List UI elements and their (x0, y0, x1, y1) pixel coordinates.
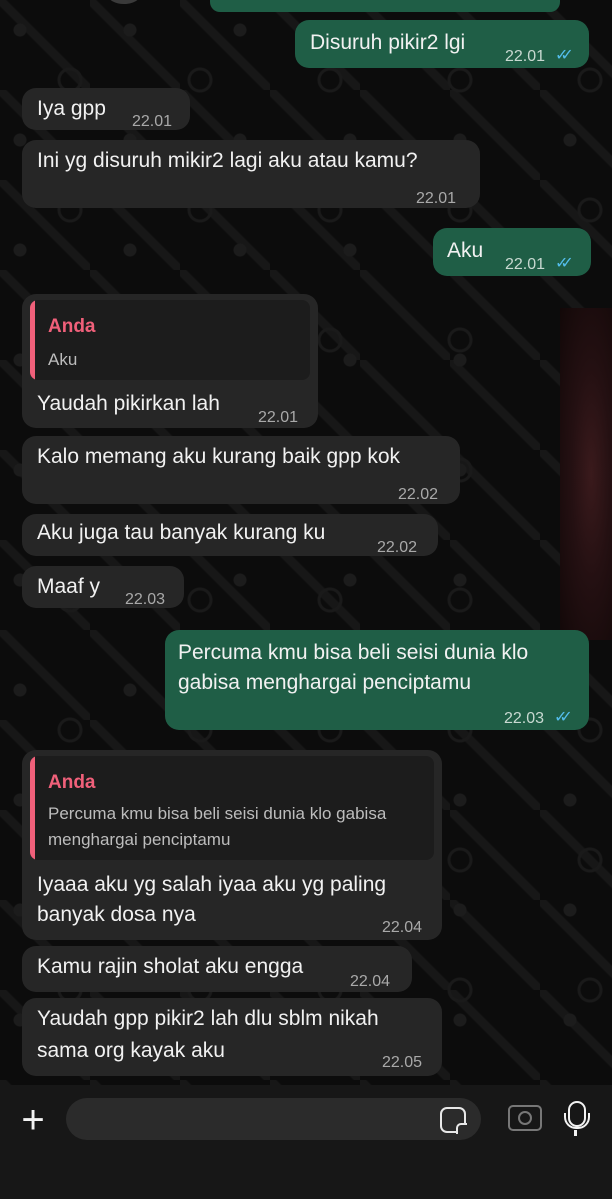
message-text-line: banyak dosa nya (37, 903, 196, 926)
message-text: Kamu rajin sholat aku engga (37, 955, 304, 978)
read-receipt-icon: ✓✓ (555, 255, 574, 272)
composer-bar: + (0, 1085, 612, 1199)
sticker-icon[interactable] (440, 1107, 467, 1134)
message-time: 22.01 (416, 190, 457, 207)
quote-accent-bar (30, 756, 35, 860)
message-text: Maaf y (37, 575, 101, 598)
camera-icon[interactable] (508, 1105, 542, 1131)
message-bubble-incoming[interactable]: Ini yg disuruh mikir2 lagi aku atau kamu… (22, 140, 480, 208)
message-time: 22.04 (350, 973, 391, 990)
message-bubble-incoming[interactable]: Yaudah gpp pikir2 lah dlu sblm nikah sam… (22, 998, 442, 1076)
message-text-line: Yaudah gpp pikir2 lah dlu sblm nikah (37, 1007, 379, 1030)
quoted-reply[interactable]: Anda Percuma kmu bisa beli seisi dunia k… (30, 756, 434, 860)
read-receipt-icon: ✓✓ (555, 47, 574, 64)
message-time: 22.01 (505, 256, 546, 273)
message-text: Iya gpp (37, 97, 106, 120)
message-bubble-outgoing[interactable]: Disuruh pikir2 lgi 22.01 ✓✓ (295, 20, 589, 68)
quote-text: Aku (48, 350, 78, 369)
message-time: 22.03 (125, 591, 166, 608)
mic-stand-icon (564, 1113, 590, 1129)
message-bubble-incoming[interactable]: Kamu rajin sholat aku engga 22.04 (22, 946, 412, 992)
message-text: Disuruh pikir2 lgi (310, 31, 466, 54)
message-time: 22.02 (398, 486, 439, 503)
message-time: 22.01 (505, 48, 546, 65)
message-bubble-outgoing[interactable]: Percuma kmu bisa beli seisi dunia klo ga… (165, 630, 589, 730)
message-time: 22.05 (382, 1054, 423, 1071)
message-bubble-incoming[interactable]: Aku juga tau banyak kurang ku 22.02 (22, 514, 438, 556)
message-bubble-incoming[interactable]: Kalo memang aku kurang baik gpp kok 22.0… (22, 436, 460, 504)
message-text-line: Percuma kmu bisa beli seisi dunia klo (178, 641, 529, 664)
message-bubble-incoming[interactable]: Iya gpp 22.01 (22, 88, 190, 130)
message-time: 22.03 (504, 710, 545, 727)
message-text: Aku juga tau banyak kurang ku (37, 521, 326, 544)
quote-text-line: menghargai penciptamu (48, 830, 231, 849)
quoted-reply[interactable]: Anda Aku (30, 300, 310, 380)
message-bubble-incoming[interactable]: Anda Aku Yaudah pikirkan lah 22.01 (22, 294, 318, 428)
message-time: 22.04 (382, 919, 423, 936)
message-bubble-incoming[interactable]: Maaf y 22.03 (22, 566, 184, 608)
message-text: Ini yg disuruh mikir2 lagi aku atau kamu… (37, 149, 418, 172)
message-text: Aku (447, 239, 484, 262)
chat-area[interactable]: Disuruh pikir2 lgi 22.01 ✓✓ Iya gpp 22.0… (0, 0, 612, 1085)
message-text-line: sama org kayak aku (37, 1039, 225, 1062)
quote-text-line: Percuma kmu bisa beli seisi dunia klo ga… (48, 804, 387, 823)
quote-author: Anda (48, 316, 96, 337)
quote-author: Anda (48, 772, 96, 793)
message-input[interactable] (66, 1098, 481, 1140)
message-text: Yaudah pikirkan lah (37, 392, 220, 415)
read-receipt-icon: ✓✓ (554, 709, 573, 726)
message-time: 22.02 (377, 539, 418, 556)
quote-accent-bar (30, 300, 35, 380)
message-text-line: gabisa menghargai penciptamu (178, 671, 472, 694)
message-text-line: Iyaaa aku yg salah iyaa aku yg paling (37, 873, 387, 896)
message-time: 22.01 (258, 409, 299, 426)
background-photo-fragment (560, 308, 612, 640)
plus-icon[interactable]: + (16, 1100, 50, 1140)
previous-message-edge (210, 0, 560, 12)
message-bubble-outgoing[interactable]: Aku 22.01 ✓✓ (433, 228, 591, 276)
message-bubble-incoming[interactable]: Anda Percuma kmu bisa beli seisi dunia k… (22, 750, 442, 940)
message-text: Kalo memang aku kurang baik gpp kok (37, 445, 401, 468)
avatar (108, 0, 140, 4)
message-time: 22.01 (132, 113, 173, 130)
